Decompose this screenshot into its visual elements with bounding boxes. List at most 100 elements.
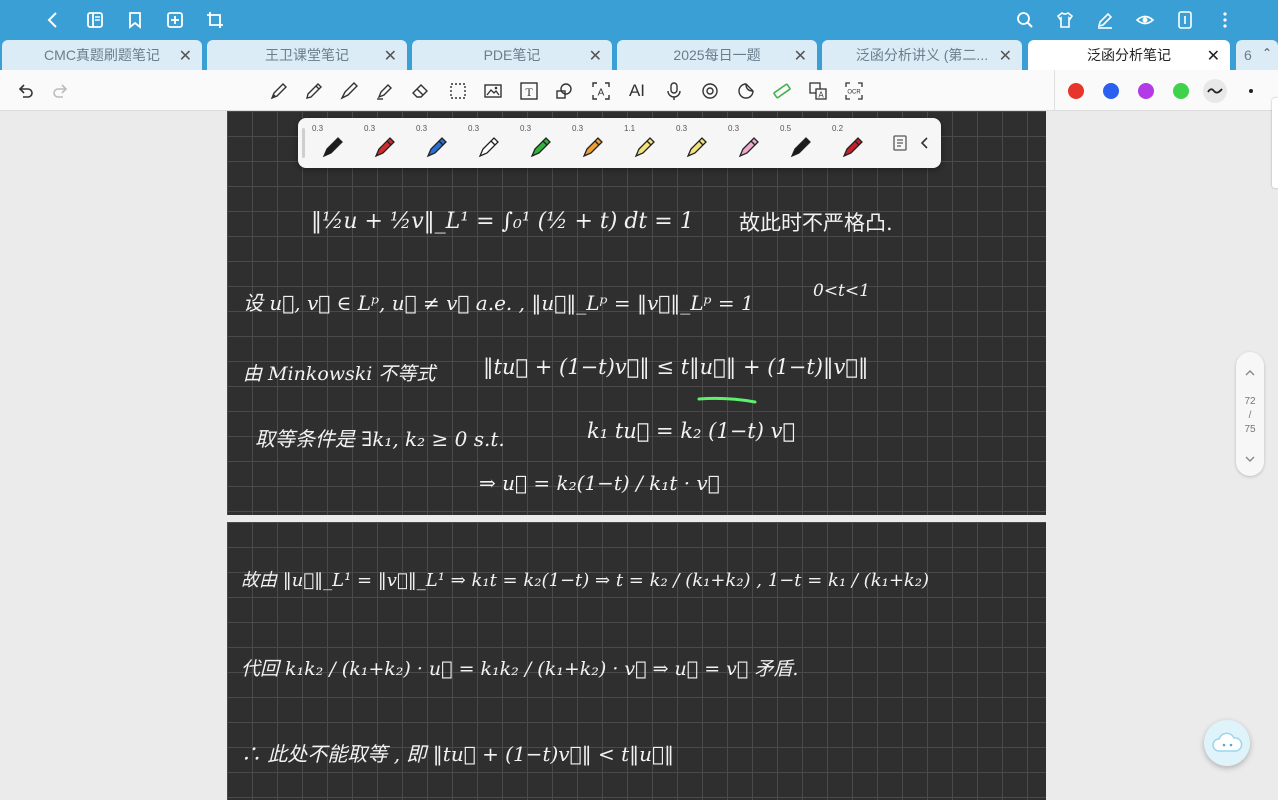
crop-icon[interactable] [202, 7, 228, 33]
add-page-icon[interactable] [162, 7, 188, 33]
app-bar [0, 0, 1278, 40]
tab-label: 2025每日一题 [673, 47, 761, 63]
handwriting-line: 设 u⃗, v⃗ ∈ Lᵖ, u⃗ ≠ v⃗ a.e. , ‖u⃗‖_Lᵖ = … [243, 291, 754, 315]
pen-size-label: 1.1 [624, 124, 636, 133]
chevron-up-icon[interactable] [1243, 366, 1257, 380]
shape-icon[interactable] [552, 79, 576, 103]
pen-preset-4[interactable]: 0.3 [466, 122, 506, 164]
tape-icon[interactable] [770, 79, 794, 103]
pen-preset-6[interactable]: 0.3 [570, 122, 610, 164]
ocr-icon[interactable]: OCR [842, 79, 866, 103]
pen-preset-2[interactable]: 0.3 [362, 122, 402, 164]
eye-icon[interactable] [1132, 7, 1158, 33]
theme-shirt-icon[interactable] [1052, 7, 1078, 33]
pen-settings-icon[interactable] [890, 133, 910, 153]
pen-preset-1[interactable]: 0.3 [310, 122, 350, 164]
pen-icon [374, 137, 395, 158]
stroke-width-dot[interactable] [1249, 89, 1253, 93]
text-recognition-icon[interactable]: A [589, 79, 613, 103]
note-page[interactable]: 故由 ‖u⃗‖_L¹ = ‖v⃗‖_L¹ ⇒ k₁t = k₂(1−t) ⇒ t… [227, 522, 1046, 800]
bookmark-icon[interactable] [122, 7, 148, 33]
back-icon[interactable] [40, 7, 66, 33]
close-icon[interactable]: ✕ [1207, 46, 1220, 66]
close-icon[interactable]: ✕ [179, 46, 192, 66]
color-swatch-purple[interactable] [1138, 83, 1154, 99]
tab-cmc[interactable]: CMC真题刷题笔记 ✕ [2, 40, 202, 70]
brush-pen-icon[interactable] [337, 79, 361, 103]
pen-preset-5[interactable]: 0.3 [518, 122, 558, 164]
pen-preset-9[interactable]: 0.3 [726, 122, 766, 164]
undo-icon[interactable] [14, 79, 38, 103]
pen-preset-3[interactable]: 0.3 [414, 122, 454, 164]
drawing-toolbar: T A AI A OCR [0, 70, 1278, 111]
text-box-icon[interactable]: T [517, 79, 541, 103]
cloud-icon [1212, 732, 1243, 752]
chevron-down-icon[interactable] [1243, 452, 1257, 466]
handwriting-line: 故此时不严格凸. [739, 211, 893, 235]
sticker-icon[interactable] [734, 79, 758, 103]
fountain-pen-icon[interactable] [267, 79, 291, 103]
notebook-icon[interactable] [82, 7, 108, 33]
pen-mode-icon[interactable] [1092, 7, 1118, 33]
drag-handle[interactable] [302, 128, 305, 158]
handwriting-line: k₁ tu⃗ = k₂ (1−t) v⃗ [587, 419, 796, 443]
pen-tray: 0.3 0.3 0.3 0.3 0.3 0.3 1.1 0.3 0.3 0.5 0.2 [298, 118, 941, 168]
tab-functional-notes[interactable]: 泛函分析笔记 ✕ [1028, 40, 1230, 70]
highlighter-icon[interactable] [373, 79, 397, 103]
color-swatch-green[interactable] [1173, 83, 1189, 99]
green-underline-stroke [697, 391, 759, 404]
close-icon[interactable]: ✕ [794, 46, 807, 66]
tab-wangwei[interactable]: 王卫课堂笔记 ✕ [207, 40, 407, 70]
close-icon[interactable]: ✕ [589, 46, 602, 66]
pen-icon [322, 137, 343, 158]
svg-text:A: A [818, 91, 824, 100]
ai-assist-icon[interactable]: AI [625, 79, 649, 103]
note-canvas[interactable]: ‖½u + ½v‖_L¹ = ∫₀¹ (½ + t) dt = 1 故此时不严格… [0, 111, 1278, 800]
pen-preset-8[interactable]: 0.3 [674, 122, 714, 164]
pencil-icon[interactable] [302, 79, 326, 103]
handwriting-line: 由 Minkowski 不等式 [243, 363, 436, 385]
microphone-icon[interactable] [662, 79, 686, 103]
pen-preset-10[interactable]: 0.5 [778, 122, 818, 164]
close-icon[interactable]: ✕ [384, 46, 397, 66]
page-layout-icon[interactable] [1172, 7, 1198, 33]
more-vertical-icon[interactable] [1212, 7, 1238, 33]
tab-count: 6 [1244, 47, 1252, 63]
pen-size-label: 0.3 [468, 124, 480, 133]
pen-icon [686, 137, 707, 158]
handwriting-line: ⇒ u⃗ = k₂(1−t) / k₁t · v⃗ [479, 471, 720, 495]
current-page: 72 [1244, 396, 1256, 407]
chevron-up-icon: ⌃ [1262, 46, 1273, 60]
note-page[interactable]: ‖½u + ½v‖_L¹ = ∫₀¹ (½ + t) dt = 1 故此时不严格… [227, 111, 1046, 515]
image-icon[interactable] [481, 79, 505, 103]
laser-pointer-icon[interactable] [698, 79, 722, 103]
pen-preset-11[interactable]: 0.2 [830, 122, 870, 164]
redo-icon[interactable] [48, 79, 72, 103]
side-drawer-handle[interactable] [1272, 98, 1278, 188]
total-pages: 75 [1244, 424, 1256, 435]
page-separator: / [1248, 410, 1252, 421]
pen-preset-7[interactable]: 1.1 [622, 122, 662, 164]
tab-lecture[interactable]: 泛函分析讲义 (第二... ✕ [822, 40, 1022, 70]
assistant-bubble-button[interactable] [1204, 720, 1250, 766]
tab-overflow[interactable]: 6 ⌃ [1236, 40, 1278, 70]
pen-icon [634, 137, 655, 158]
tab-daily[interactable]: 2025每日一题 ✕ [617, 40, 817, 70]
pen-icon [738, 137, 759, 158]
collapse-tray-icon[interactable] [915, 133, 935, 153]
wave-icon [1207, 88, 1223, 94]
close-icon[interactable]: ✕ [999, 46, 1012, 66]
page-scroller[interactable]: 72 / 75 [1236, 352, 1264, 476]
tab-label: 王卫课堂笔记 [265, 47, 349, 63]
translate-icon[interactable]: A [806, 79, 830, 103]
eraser-icon[interactable] [408, 79, 432, 103]
pen-size-label: 0.3 [416, 124, 428, 133]
color-swatch-red[interactable] [1068, 83, 1084, 99]
tab-pde[interactable]: PDE笔记 ✕ [412, 40, 612, 70]
search-icon[interactable] [1012, 7, 1038, 33]
color-swatch-blue[interactable] [1103, 83, 1119, 99]
lasso-select-icon[interactable] [446, 79, 470, 103]
stroke-style-button[interactable] [1203, 79, 1227, 103]
pen-size-label: 0.5 [780, 124, 792, 133]
tab-bar: CMC真题刷题笔记 ✕ 王卫课堂笔记 ✕ PDE笔记 ✕ 2025每日一题 ✕ … [0, 40, 1278, 70]
